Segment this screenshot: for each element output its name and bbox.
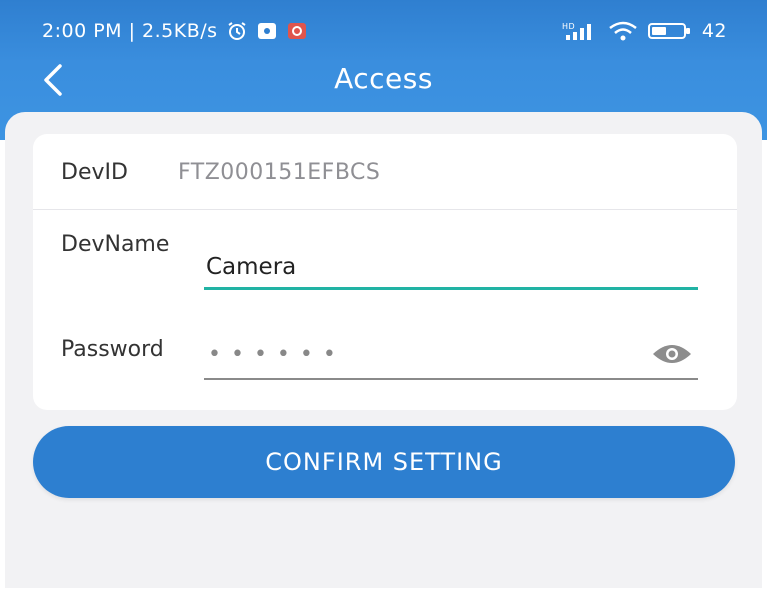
password-visibility-toggle[interactable]: [650, 340, 694, 368]
password-label: Password: [61, 337, 164, 362]
signal-hd-icon: HD: [562, 22, 591, 40]
status-bar: 2:00 PM | 2.5KB/s HD 42: [0, 14, 767, 50]
access-screen: 2:00 PM | 2.5KB/s HD 42 Access DevID FTZ…: [0, 0, 767, 592]
row-divider: [33, 209, 737, 210]
wifi-icon: [609, 21, 637, 41]
devid-label: DevID: [61, 160, 128, 185]
page-title: Access: [334, 62, 433, 95]
status-right: HD 42: [562, 20, 727, 42]
password-input[interactable]: [204, 332, 634, 376]
password-field: [204, 332, 698, 380]
nav-bar: Access: [0, 54, 767, 110]
devname-input[interactable]: [204, 246, 698, 290]
confirm-setting-button[interactable]: CONFIRM SETTING: [33, 426, 735, 498]
status-left: 2:00 PM | 2.5KB/s: [42, 20, 308, 42]
devid-value: FTZ000151EFBCS: [178, 160, 381, 185]
battery-percent: 42: [701, 20, 727, 42]
content-area: DevID FTZ000151EFBCS DevName Password CO…: [5, 112, 762, 588]
svg-text:HD: HD: [562, 22, 575, 31]
devname-label: DevName: [61, 232, 170, 257]
battery-icon: [647, 23, 690, 39]
status-time-speed: 2:00 PM | 2.5KB/s: [42, 20, 218, 42]
app-notification-icon: [257, 23, 276, 39]
device-form-card: DevID FTZ000151EFBCS DevName Password: [33, 134, 737, 410]
app-notification-icon-2: [287, 23, 306, 39]
alarm-icon: [228, 22, 246, 40]
